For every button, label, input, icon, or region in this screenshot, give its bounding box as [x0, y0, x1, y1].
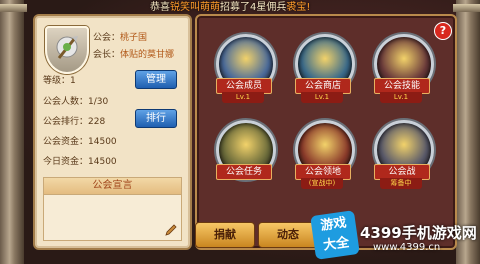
function-tile[interactable]: 公会商店 Lv.1: [291, 32, 355, 103]
function-tile[interactable]: 公会领地 (宣战中): [291, 118, 355, 189]
guild-level-label: 等级：: [43, 76, 71, 86]
guild-name-value: 桃子国: [120, 33, 148, 43]
guild-members-row: 公会人数：1/30: [43, 94, 108, 107]
function-tile[interactable]: 公会技能 Lv.1: [370, 32, 434, 103]
guild-name-row: 公会：桃子国: [93, 30, 147, 43]
guild-emblem-icon: [45, 26, 89, 74]
function-tile-sublabel: Lv.1: [222, 92, 264, 103]
function-tile-sublabel: (宣战中): [301, 178, 343, 189]
watermark-site-url: www.4399.cn: [373, 242, 441, 253]
function-tile[interactable]: 公会成员 Lv.1: [212, 32, 276, 103]
donate-tab-button[interactable]: 捐献: [195, 222, 255, 248]
watermark-site-name: 4399手机游戏网: [360, 224, 477, 242]
guild-today-funds-value: 14500: [88, 157, 117, 167]
guild-leader-label: 会长：: [93, 50, 121, 60]
left-pillar-decoration: [0, 0, 27, 264]
guild-members-value: 1/30: [88, 97, 109, 107]
function-tile-sublabel: Lv.1: [301, 92, 343, 103]
banner-player-name: 锐笑叫萌萌: [170, 2, 220, 13]
function-tile[interactable]: 公会战 筹备中: [370, 118, 434, 189]
guild-funds-row: 公会资金：14500: [43, 134, 117, 147]
banner-message: 招募了4星佣兵: [220, 2, 287, 13]
guild-today-funds-label: 今日资金：: [43, 157, 89, 167]
guild-level-value: 1: [70, 76, 76, 86]
manage-button[interactable]: 管理: [135, 70, 177, 89]
guild-declaration-title: 公会宣言: [44, 178, 181, 195]
rank-button[interactable]: 排行: [135, 109, 177, 128]
function-tile[interactable]: 公会任务: [212, 118, 276, 188]
guild-funds-value: 14500: [88, 137, 117, 147]
news-tab-button[interactable]: 动态: [258, 222, 318, 248]
guild-rank-value: 228: [88, 117, 106, 127]
guild-leader-value: 体贴的莫甘娜: [120, 50, 175, 60]
guild-today-funds-row: 今日资金：14500: [43, 154, 117, 167]
function-tile-sublabel: 筹备中: [380, 178, 422, 189]
guild-rank-row: 公会排行：228: [43, 114, 105, 127]
guild-funds-label: 公会资金：: [43, 137, 89, 147]
guild-rank-label: 公会排行：: [43, 117, 89, 127]
help-button[interactable]: ?: [434, 22, 452, 40]
guild-info-panel: 公会：桃子国 会长：体贴的莫甘娜 等级：1 管理 公会人数：1/30 公会排行：…: [33, 14, 192, 250]
watermark-badge: 游戏 大全: [310, 210, 360, 260]
guild-members-label: 公会人数：: [43, 97, 89, 107]
banner-item-name: 裘宝!: [286, 2, 311, 13]
function-tile-label: 公会任务: [216, 164, 272, 180]
edit-pencil-icon[interactable]: [164, 223, 178, 237]
guild-leader-row: 会长：体贴的莫甘娜: [93, 47, 174, 60]
guild-name-label: 公会：: [93, 33, 121, 43]
guild-level-row: 等级：1: [43, 73, 76, 86]
banner-prefix: 恭喜: [150, 2, 170, 13]
guild-declaration-box[interactable]: 公会宣言: [43, 177, 182, 241]
function-tile-sublabel: Lv.1: [380, 92, 422, 103]
